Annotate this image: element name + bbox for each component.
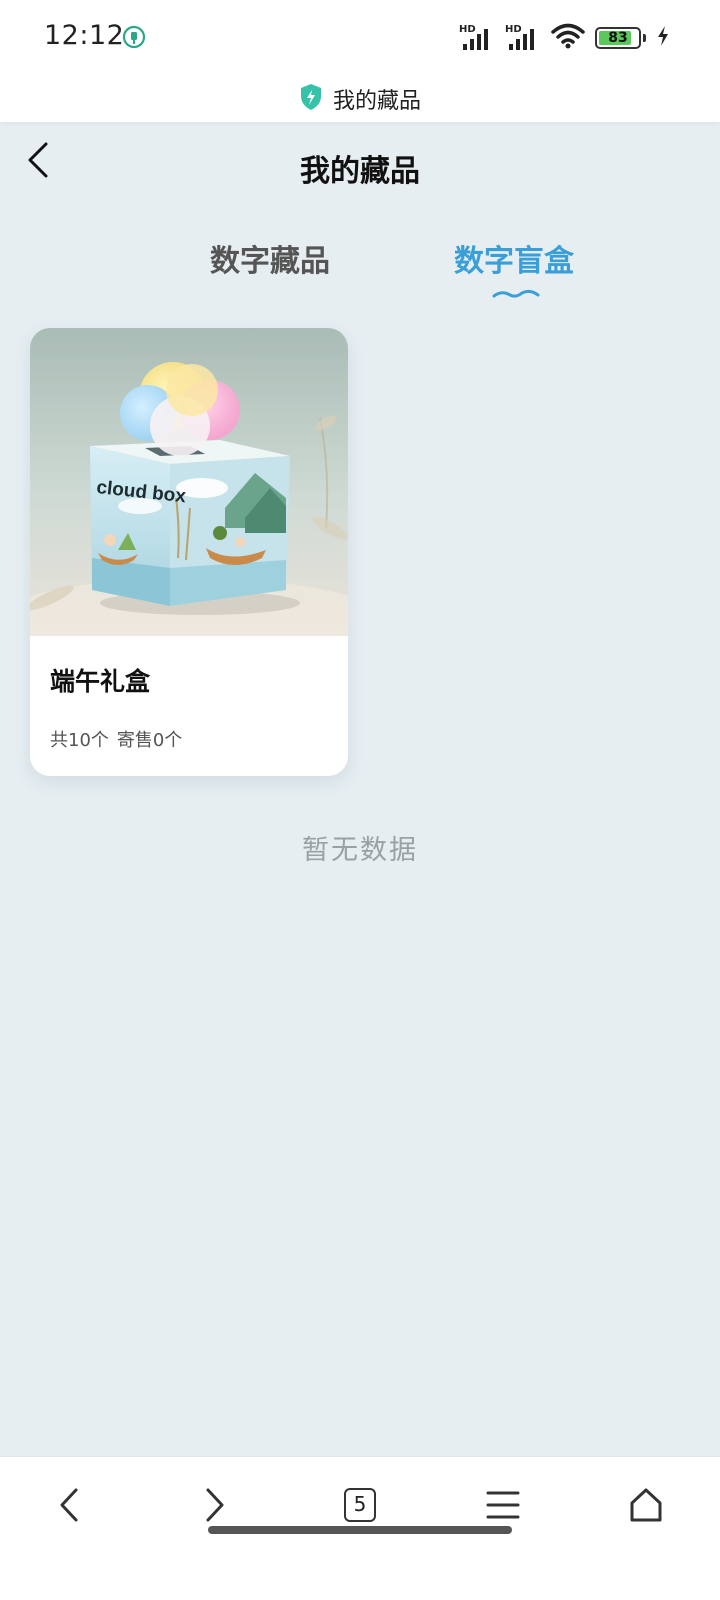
browser-home-button[interactable]	[606, 1473, 686, 1537]
tabs-count: 5	[344, 1488, 376, 1522]
home-icon	[630, 1488, 662, 1522]
tab-digital-blind-box[interactable]: 数字盲盒	[444, 236, 584, 280]
charging-app-icon	[122, 25, 146, 53]
battery-level: 83	[608, 30, 628, 46]
status-icons: HD HD 83	[459, 22, 670, 54]
battery-icon: 83	[595, 27, 641, 49]
card-title: 端午礼盒	[50, 667, 151, 696]
status-time: 12:12	[44, 20, 125, 51]
blind-box-card[interactable]: cloud box 端午礼盒 共10个 寄售0个	[30, 328, 348, 776]
battery-cap	[643, 34, 646, 42]
card-stats: 共10个 寄售0个	[50, 726, 182, 752]
shield-icon	[299, 83, 323, 115]
home-indicator[interactable]	[208, 1526, 512, 1534]
active-tab-indicator	[492, 285, 540, 304]
chevron-left-icon	[60, 1488, 78, 1522]
cellular-signal-icon-2: HD	[505, 24, 541, 52]
card-consign-count: 寄售0个	[116, 730, 183, 751]
menu-icon	[486, 1491, 520, 1519]
chevron-right-icon	[206, 1488, 224, 1522]
cellular-signal-icon: HD	[459, 24, 495, 52]
tab-digital-collectibles[interactable]: 数字藏品	[200, 236, 340, 280]
browser-title-bar: 我的藏品	[0, 76, 720, 122]
card-total-count: 共10个	[50, 730, 109, 751]
card-image: cloud box	[30, 328, 348, 636]
charging-bolt-icon	[656, 25, 670, 51]
browser-page-title: 我的藏品	[332, 89, 421, 114]
status-bar: 12:12 HD HD 83	[0, 0, 720, 76]
empty-state-text: 暂无数据	[302, 835, 418, 866]
browser-back-button[interactable]	[30, 1473, 110, 1537]
wifi-icon	[551, 22, 585, 54]
page-title: 我的藏品	[300, 154, 420, 189]
